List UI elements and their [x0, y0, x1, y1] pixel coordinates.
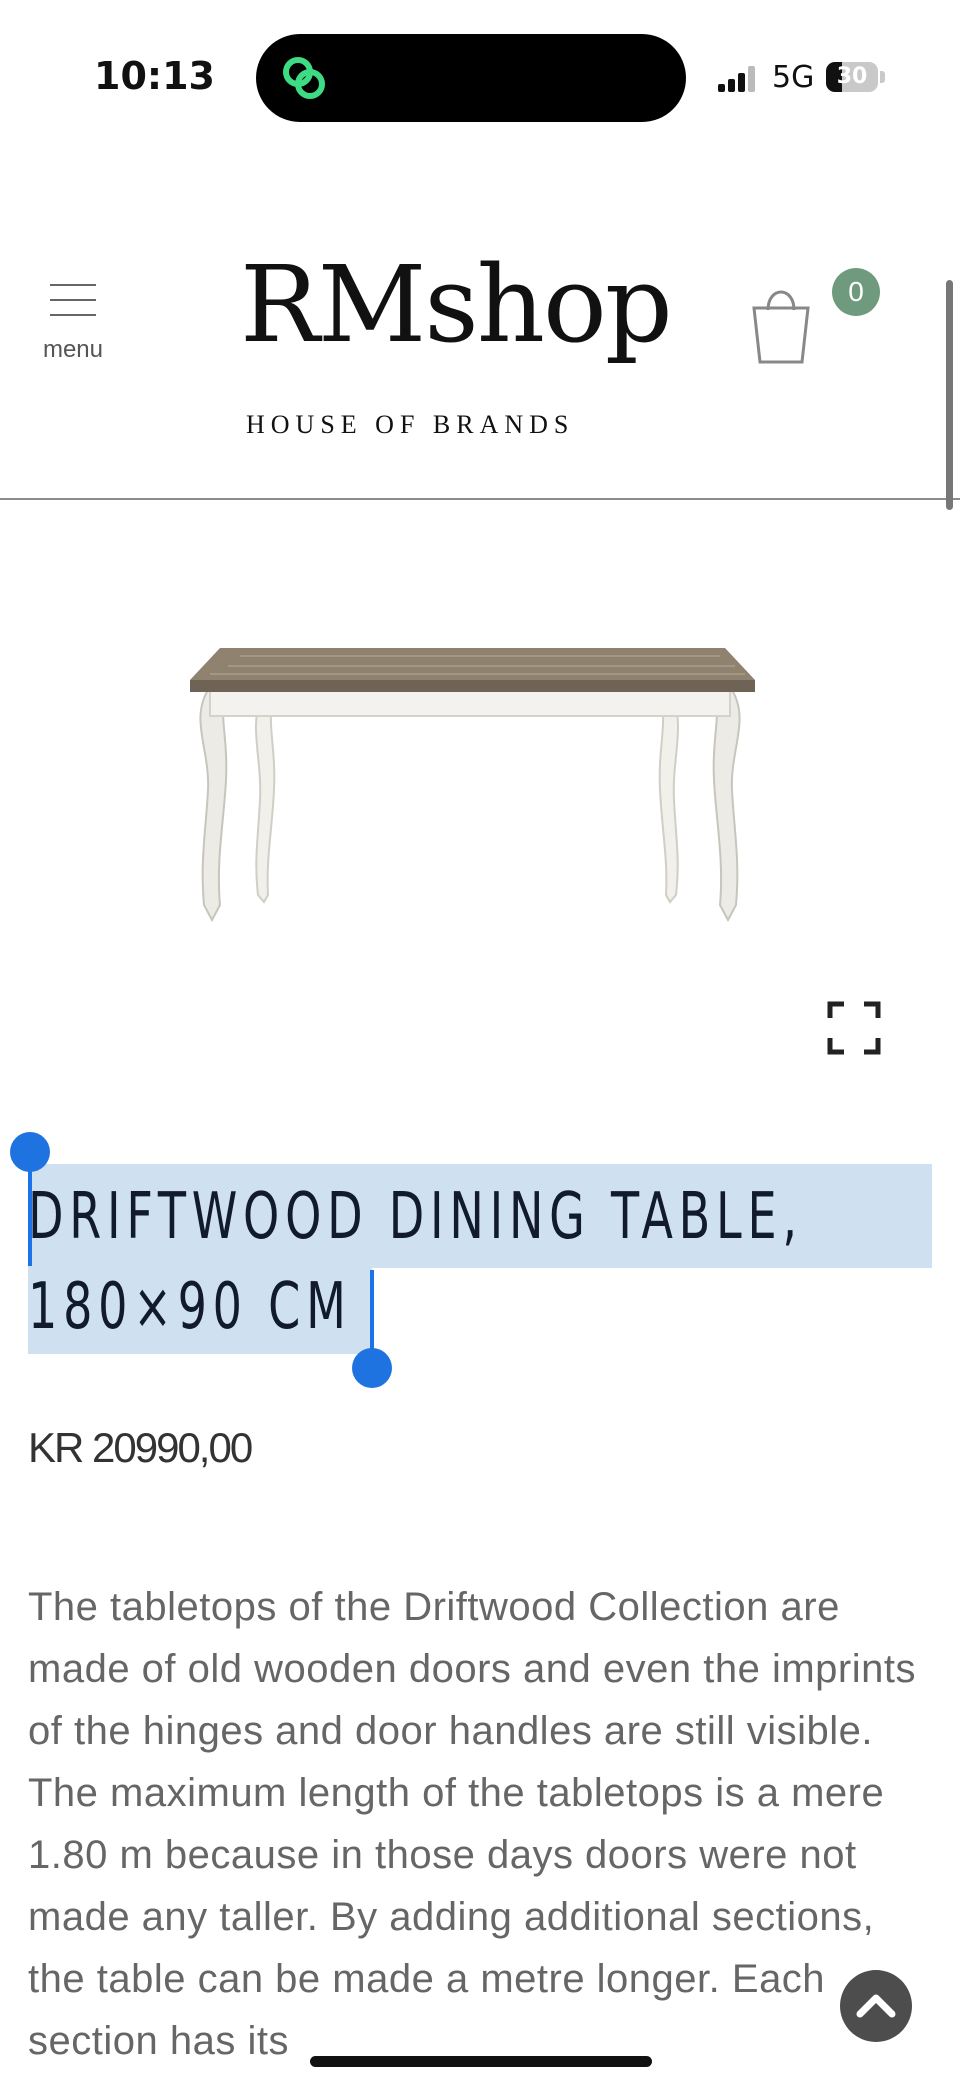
- hamburger-icon: [50, 284, 96, 329]
- scroll-to-top-button[interactable]: [840, 1970, 912, 2042]
- product-title[interactable]: DRIFTWOOD DINING TABLE, 180×90 CM: [28, 1160, 921, 1352]
- header-divider: [0, 498, 960, 500]
- scrollbar[interactable]: [946, 280, 953, 510]
- link-rings-icon: [283, 57, 325, 99]
- battery-tip: [880, 71, 885, 83]
- shopping-bag-icon: [752, 290, 810, 364]
- logo-wordmark: RMshop: [240, 243, 673, 366]
- fullscreen-icon[interactable]: [826, 1000, 882, 1056]
- home-indicator[interactable]: [310, 2056, 652, 2067]
- product-title-block: DRIFTWOOD DINING TABLE, 180×90 CM: [10, 1132, 932, 1388]
- battery-level: 30: [836, 64, 868, 89]
- selection-end-handle[interactable]: [352, 1348, 392, 1388]
- cart-count-badge: 0: [832, 268, 880, 316]
- cart-button[interactable]: 0: [746, 268, 886, 388]
- site-logo[interactable]: RMshop HOUSE OF BRANDS: [240, 243, 673, 440]
- product-title-line-1: DRIFTWOOD DINING TABLE,: [28, 1180, 803, 1254]
- menu-button[interactable]: menu: [30, 280, 116, 380]
- site-header: menu RMshop HOUSE OF BRANDS 0: [0, 200, 960, 500]
- product-description: The tabletops of the Driftwood Collectio…: [28, 1585, 916, 2063]
- product-price: KR 20990,00: [28, 1424, 253, 1471]
- product-image[interactable]: [180, 630, 760, 930]
- network-type: 5G: [772, 60, 815, 95]
- selection-start-caret: [28, 1170, 32, 1266]
- selection-end-caret: [370, 1270, 374, 1356]
- status-bar: 10:13 5G 30: [0, 0, 960, 130]
- status-time: 10:13: [94, 54, 215, 98]
- menu-label: menu: [42, 336, 104, 363]
- selection-start-handle[interactable]: [10, 1132, 50, 1172]
- signal-icon: [718, 66, 758, 92]
- dynamic-island: [256, 34, 686, 122]
- battery-icon: 30: [826, 62, 878, 92]
- product-title-line-2: 180×90 CM: [28, 1270, 352, 1344]
- chevron-up-icon: [856, 1994, 896, 2018]
- logo-tagline: HOUSE OF BRANDS: [246, 410, 575, 439]
